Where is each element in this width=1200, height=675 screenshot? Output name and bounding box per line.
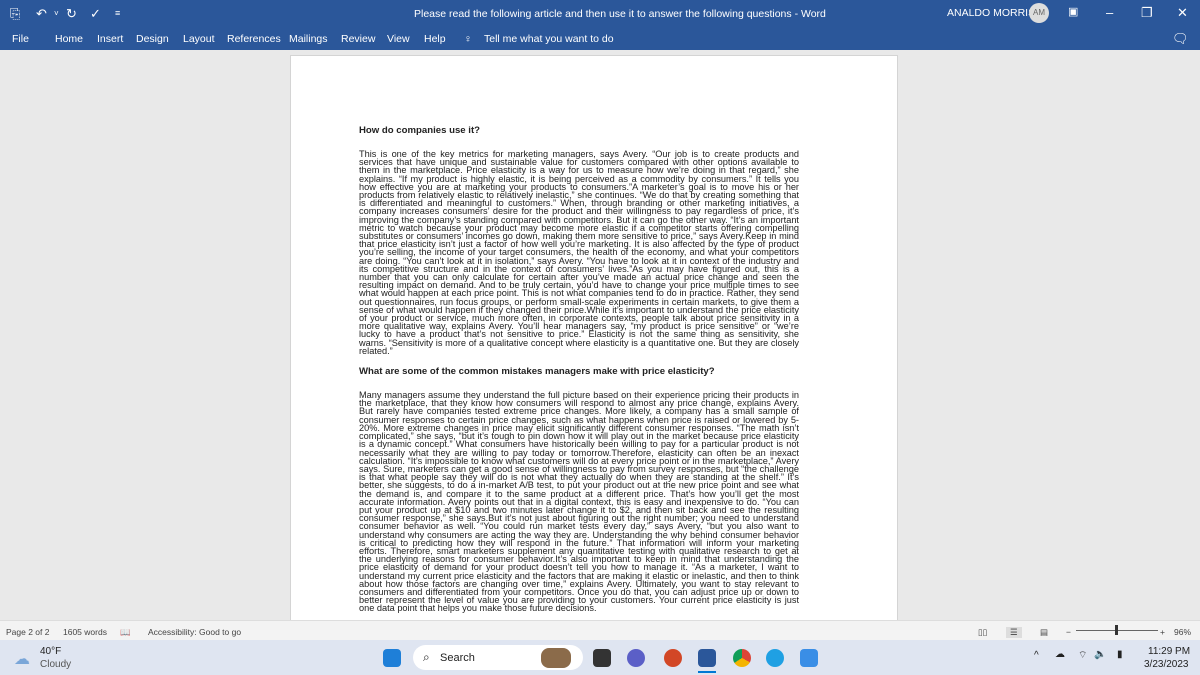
photos-icon[interactable] [800,649,818,667]
restore-button[interactable]: ❐ [1141,5,1153,21]
word-icon[interactable] [698,649,716,667]
read-mode-icon[interactable]: ▯▯ [978,627,987,638]
title-bar: ⎘ ↶ ˅ ↻ ✓ ≡ Please read the following ar… [0,0,1200,28]
document-body[interactable]: How do companies use it? This is one of … [359,126,799,625]
window-title: Please read the following article and th… [414,8,826,20]
search-highlight-image [541,648,571,668]
clock-time[interactable]: 11:29 PM [1148,646,1190,657]
chrome-icon[interactable] [733,649,751,667]
paragraph: Many managers assume they understand the… [359,390,799,614]
tab-home[interactable]: Home [55,33,83,45]
tab-design[interactable]: Design [136,33,169,45]
weather-condition[interactable]: Cloudy [40,659,71,670]
powerpoint-icon[interactable] [664,649,682,667]
tab-view[interactable]: View [387,33,410,45]
temperature[interactable]: 40°F [40,646,61,657]
tab-layout[interactable]: Layout [183,33,215,45]
zoom-level[interactable]: 96% [1174,627,1191,637]
paragraph: This is one of the key metrics for marke… [359,149,799,356]
edge-icon[interactable] [766,649,784,667]
teams-icon[interactable] [627,649,645,667]
search-box[interactable]: ⌕ Search [413,645,583,670]
task-view-icon[interactable] [593,649,611,667]
spelling-icon[interactable]: ✓ [90,6,101,22]
proofing-icon[interactable]: 📖 [120,627,131,638]
battery-icon[interactable]: ▮ [1117,649,1123,660]
undo-dropdown-icon[interactable]: ˅ [54,9,59,18]
minimize-button[interactable]: – [1106,5,1113,20]
undo-icon[interactable]: ↶ [36,6,47,22]
comments-icon[interactable]: 🗨 [1172,31,1189,47]
tab-help[interactable]: Help [424,33,446,45]
zoom-out-button[interactable]: − [1066,627,1071,637]
web-layout-icon[interactable]: ▤ [1040,627,1048,638]
tab-insert[interactable]: Insert [97,33,123,45]
close-button[interactable]: ✕ [1177,5,1188,21]
clock-date[interactable]: 3/23/2023 [1144,659,1189,670]
zoom-in-button[interactable]: + [1160,627,1165,637]
accessibility-status[interactable]: Accessibility: Good to go [148,627,241,637]
ribbon-display-icon[interactable]: ▣ [1068,5,1078,18]
heading-common-mistakes: What are some of the common mistakes man… [359,366,715,378]
search-label: Search [440,652,475,664]
word-count[interactable]: 1605 words [63,627,107,637]
tab-review[interactable]: Review [341,33,375,45]
wifi-icon[interactable]: ⌔ [1078,649,1087,662]
document-page[interactable]: How do companies use it? This is one of … [290,55,898,635]
tell-me-search[interactable]: Tell me what you want to do [484,33,614,45]
search-icon: ⌕ [423,650,430,664]
heading-how-companies-use: How do companies use it? [359,125,481,136]
tab-file[interactable]: File [12,33,29,45]
cloud-icon[interactable]: ☁ [14,649,30,669]
show-hidden-icons[interactable]: ^ [1034,650,1039,661]
print-layout-icon[interactable]: ☰ [1006,627,1022,638]
redo-icon[interactable]: ↻ [66,6,77,22]
page-count[interactable]: Page 2 of 2 [6,627,49,637]
document-canvas: How do companies use it? This is one of … [0,50,1200,635]
tab-mailings[interactable]: Mailings [289,33,328,45]
ribbon-tabs: File Home Insert Design Layout Reference… [0,28,1200,50]
avatar[interactable]: AM [1029,3,1049,23]
volume-icon[interactable]: 🔈 [1094,649,1106,660]
start-icon[interactable] [383,649,401,667]
lightbulb-icon: ♀ [464,33,472,45]
autosave-icon[interactable]: ⎘ [10,6,20,22]
zoom-slider-thumb[interactable] [1115,625,1118,635]
tab-references[interactable]: References [227,33,281,45]
taskbar: ☁ 40°F Cloudy ⌕ Search ^ ☁ ⌔ 🔈 ▮ 11:29 P… [0,640,1200,675]
onedrive-icon[interactable]: ☁ [1055,649,1065,660]
active-indicator [698,671,716,673]
user-name[interactable]: ANALDO MORRIS [947,7,1035,19]
status-bar: Page 2 of 2 1605 words 📖 Accessibility: … [0,620,1200,640]
customize-toolbar-icon[interactable]: ≡ [115,8,120,18]
